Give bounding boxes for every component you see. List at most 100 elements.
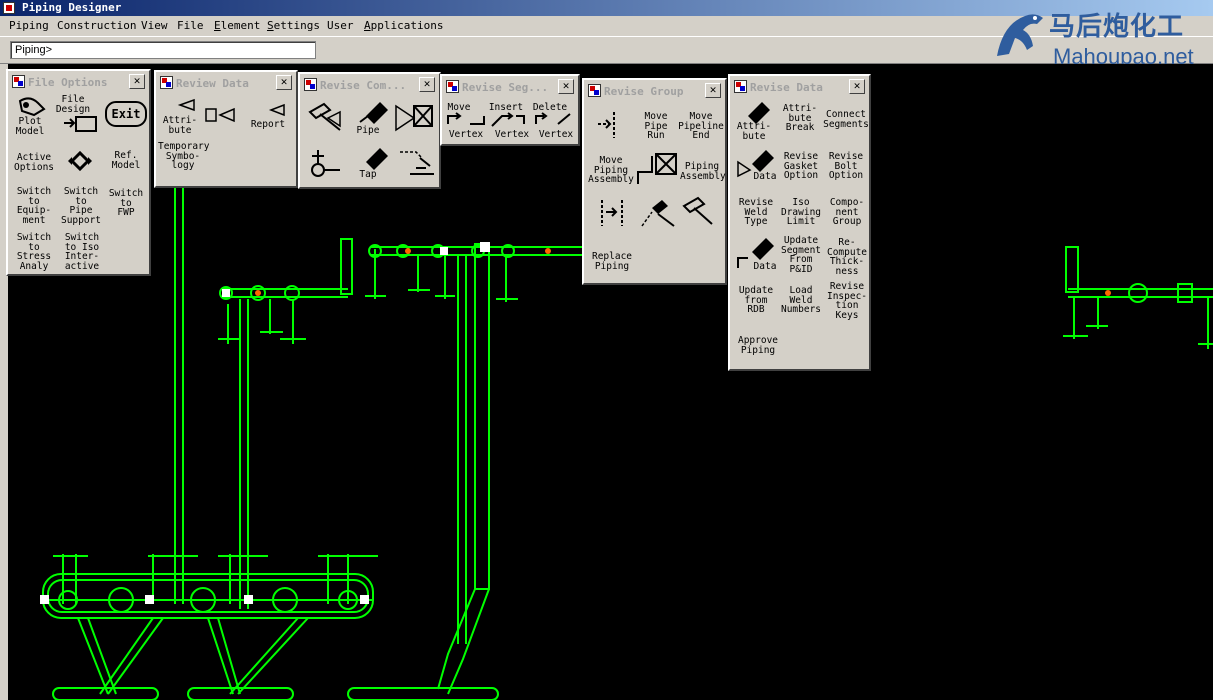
watermark-cn: 马后炮化工 xyxy=(1049,12,1185,42)
palette-revise-segment: Revise Seg... ✕ Move Insert Delete Vertex… xyxy=(440,74,580,146)
folder-arrow-icon xyxy=(64,116,97,132)
revise-data-button[interactable]: Data xyxy=(750,172,780,182)
attribute-icon xyxy=(177,98,195,112)
replace-piping-button[interactable]: Replace Piping xyxy=(586,252,638,271)
palette-icon xyxy=(160,76,173,89)
switch-iso-button[interactable]: Switch to Iso Inter- active xyxy=(58,233,106,271)
close-icon[interactable]: ✕ xyxy=(558,79,574,94)
update-segment-button[interactable]: Update Segment From P&ID xyxy=(778,236,824,274)
hammer-icon xyxy=(308,102,341,131)
palette-icon xyxy=(12,75,25,88)
connect-segments-button[interactable]: Connect Segments xyxy=(822,110,870,129)
menu-view[interactable]: View xyxy=(141,19,168,32)
command-input[interactable]: Piping> xyxy=(10,41,316,59)
palette-header[interactable]: File Options ✕ xyxy=(10,73,147,91)
menu-piping[interactable]: Piping xyxy=(9,19,49,32)
palette-header[interactable]: Review Data ✕ xyxy=(158,74,294,92)
iso-drawing-limit-button[interactable]: Iso Drawing Limit xyxy=(778,198,824,227)
review-attribute-button[interactable]: Attri- bute xyxy=(158,116,202,135)
move-vertex-icon xyxy=(447,112,485,125)
split-run-icon xyxy=(601,200,623,226)
hammer-group-icon xyxy=(682,196,713,225)
palette-header[interactable]: Revise Data ✕ xyxy=(732,78,867,96)
assembly-box-icon xyxy=(637,153,677,184)
attribute-break-button[interactable]: Attri- bute Break xyxy=(778,104,822,133)
switch-pipe-support-button[interactable]: Switch to Pipe Support xyxy=(58,187,104,225)
insert-vertex-button[interactable]: Vertex xyxy=(492,130,532,140)
component-icon xyxy=(205,107,235,123)
menu-applications[interactable]: Applications xyxy=(364,19,443,32)
palette-title: Review Data xyxy=(176,77,249,90)
move-pipe-run-button[interactable]: Move Pipe Run xyxy=(634,112,678,141)
close-icon[interactable]: ✕ xyxy=(419,77,435,92)
palette-revise-group: Revise Group ✕ Move Pipe Run Move Pipelin… xyxy=(582,78,727,285)
menu-file[interactable]: File xyxy=(177,19,204,32)
switch-equipment-button[interactable]: Switch to Equip- ment xyxy=(10,187,58,225)
palette-icon xyxy=(588,84,601,97)
revise-bolt-button[interactable]: Revise Bolt Option xyxy=(824,152,868,181)
approve-piping-button[interactable]: Approve Piping xyxy=(732,336,784,355)
tap-tool-icon xyxy=(366,148,388,170)
report-button[interactable]: Report xyxy=(248,120,288,130)
app-icon xyxy=(3,2,15,14)
close-icon[interactable]: ✕ xyxy=(849,79,865,94)
exit-button[interactable]: Exit xyxy=(105,101,147,127)
palette-file-options: File Options ✕ Plot Model File Design Exi… xyxy=(6,69,151,276)
revise-attribute-button[interactable]: Attri- bute xyxy=(732,122,776,141)
move-pipeline-end-button[interactable]: Move Pipeline End xyxy=(678,112,724,141)
palette-revise-data: Revise Data ✕ Attri- bute Attri- bute Bre… xyxy=(728,74,871,371)
insert-vertex-icon xyxy=(491,112,525,127)
cut-icon xyxy=(641,200,675,227)
palette-title: Revise Data xyxy=(750,81,823,94)
delete-vertex-button[interactable]: Vertex xyxy=(536,130,576,140)
run-icon xyxy=(598,112,615,138)
revise-data-2-button[interactable]: Data xyxy=(750,262,780,272)
piping-assembly-button[interactable]: Piping Assembly xyxy=(680,162,726,181)
component-group-button[interactable]: Compo- nent Group xyxy=(824,198,870,227)
ref-model-button[interactable]: Ref. Model xyxy=(106,151,146,170)
menu-element[interactable]: Element xyxy=(214,19,260,32)
palette-title: Revise Com... xyxy=(320,79,407,92)
revise-tap-button[interactable]: Tap xyxy=(348,170,388,180)
revise-gasket-button[interactable]: Revise Gasket Option xyxy=(778,152,824,181)
menu-user[interactable]: User xyxy=(327,19,354,32)
revise-pipe-button[interactable]: Pipe xyxy=(348,126,388,136)
recompute-thickness-button[interactable]: Re- Compute Thick- ness xyxy=(824,238,870,276)
palette-title: File Options xyxy=(28,76,108,89)
temporary-symbology-button[interactable]: Temporary Symbo- logy xyxy=(158,142,209,171)
arrows-cycle-icon xyxy=(68,150,92,172)
move-vertex-button[interactable]: Vertex xyxy=(446,130,486,140)
menu-construction[interactable]: Construction xyxy=(57,19,136,32)
move-piping-assembly-button[interactable]: Move Piping Assembly xyxy=(586,156,636,185)
close-icon[interactable]: ✕ xyxy=(705,83,721,98)
palette-header[interactable]: Revise Group ✕ xyxy=(586,82,723,100)
palette-title: Revise Group xyxy=(604,85,684,98)
valve-box-icon xyxy=(395,104,433,132)
palette-icon xyxy=(446,80,459,93)
palette-icon xyxy=(304,78,317,91)
close-icon[interactable]: ✕ xyxy=(276,75,292,90)
palette-icon xyxy=(734,80,747,93)
palette-review-data: Review Data ✕ Attri- bute Report Temporar… xyxy=(154,70,298,188)
switch-stress-button[interactable]: Switch to Stress Analy xyxy=(10,233,58,271)
switch-fwp-button[interactable]: Switch to FWP xyxy=(104,189,148,218)
report-icon xyxy=(268,103,285,117)
offset-pipe-icon xyxy=(400,151,434,175)
delete-vertex-icon xyxy=(535,112,571,125)
load-weld-numbers-button[interactable]: Load Weld Numbers xyxy=(778,286,824,315)
palette-header[interactable]: Revise Com... ✕ xyxy=(302,76,437,94)
tap-node-icon xyxy=(311,150,340,177)
menu-settings[interactable]: Settings xyxy=(267,19,320,32)
plot-model-button[interactable]: Plot Model xyxy=(10,117,50,136)
file-design-button[interactable]: File Design xyxy=(54,95,92,114)
revise-inspection-keys-button[interactable]: Revise Inspec- tion Keys xyxy=(824,282,870,320)
revise-weld-type-button[interactable]: Revise Weld Type xyxy=(732,198,780,227)
palette-title: Revise Seg... xyxy=(462,81,549,94)
active-options-button[interactable]: Active Options xyxy=(10,153,58,172)
pipe-tool-icon xyxy=(359,102,388,124)
window-title: Piping Designer xyxy=(22,1,122,14)
palette-revise-component: Revise Com... ✕ Pipe Tap xyxy=(298,72,441,189)
palette-header[interactable]: Revise Seg... ✕ xyxy=(444,78,576,96)
close-icon[interactable]: ✕ xyxy=(129,74,145,89)
update-from-rdb-button[interactable]: Update from RDB xyxy=(732,286,780,315)
